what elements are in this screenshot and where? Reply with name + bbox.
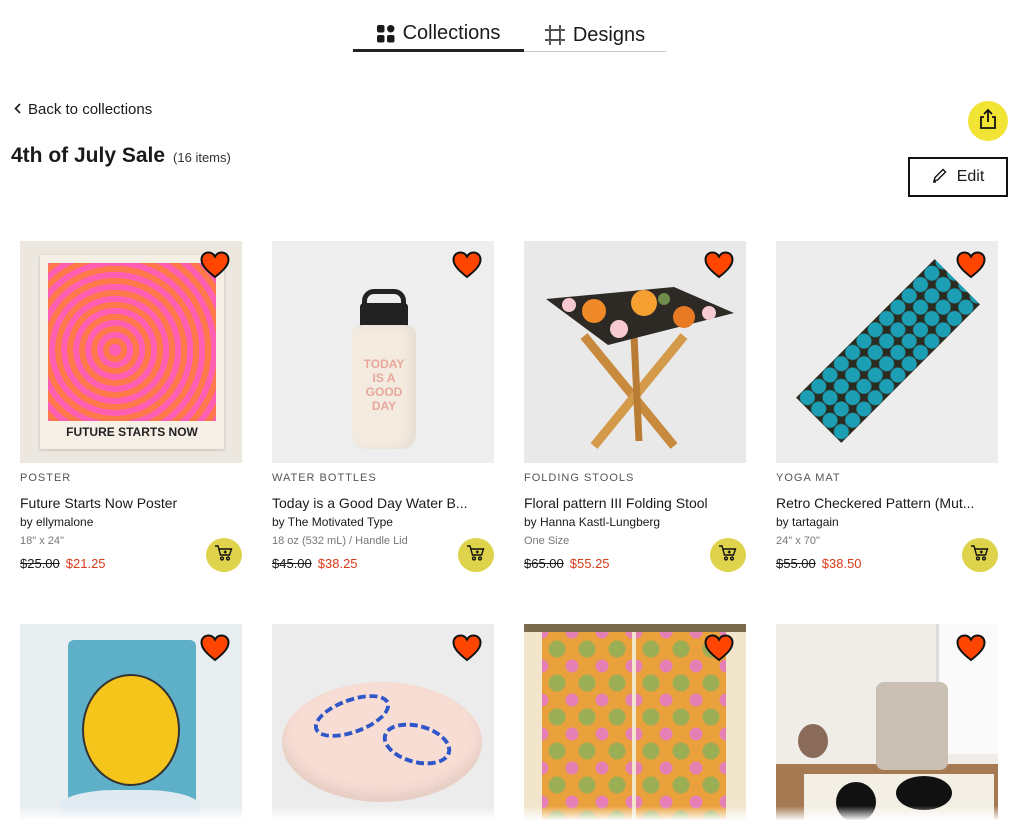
sale-price: $38.50	[821, 556, 862, 571]
product-category: YOGA MAT	[776, 472, 841, 484]
tab-collections[interactable]: Collections	[353, 18, 524, 52]
cart-plus-icon	[466, 544, 486, 567]
product-image[interactable]: TODAY IS A GOOD DAY	[272, 241, 494, 463]
product-image[interactable]	[524, 241, 746, 463]
product-card[interactable]: YOGA MAT Retro Checkered Pattern (Mut...…	[776, 241, 998, 572]
cart-plus-icon	[718, 544, 738, 567]
original-price: $65.00	[524, 556, 564, 571]
share-icon	[979, 108, 997, 135]
product-card[interactable]: TODAY IS A GOOD DAY WATER BOTTLES Today …	[272, 241, 494, 572]
product-image[interactable]	[776, 624, 998, 820]
heart-icon[interactable]	[452, 634, 482, 662]
add-to-cart-button[interactable]	[458, 538, 494, 572]
product-card[interactable]: FUTURE STARTS NOW POSTER Future Starts N…	[20, 241, 242, 572]
product-image[interactable]	[20, 624, 242, 820]
product-category: WATER BOTTLES	[272, 472, 377, 484]
product-name[interactable]: Today is a Good Day Water B...	[272, 495, 472, 511]
poster-caption: FUTURE STARTS NOW	[66, 425, 198, 439]
back-to-collections-link[interactable]: Back to collections	[14, 101, 152, 118]
product-category: POSTER	[20, 472, 72, 484]
product-image[interactable]	[776, 241, 998, 463]
heart-icon[interactable]	[956, 634, 986, 662]
product-card[interactable]	[524, 624, 746, 820]
product-card[interactable]: FOLDING STOOLS Floral pattern III Foldin…	[524, 241, 746, 572]
design-frame-icon	[544, 25, 565, 45]
add-to-cart-button[interactable]	[962, 538, 998, 572]
add-to-cart-button[interactable]	[206, 538, 242, 572]
heart-icon[interactable]	[704, 634, 734, 662]
tab-collections-label: Collections	[402, 22, 501, 44]
product-name[interactable]: Retro Checkered Pattern (Mut...	[776, 495, 976, 511]
product-name[interactable]: Future Starts Now Poster	[20, 495, 220, 511]
heart-icon[interactable]	[200, 634, 230, 662]
tab-designs[interactable]: Designs	[524, 18, 666, 52]
edit-label: Edit	[956, 168, 985, 185]
product-category: FOLDING STOOLS	[524, 472, 635, 484]
product-artist[interactable]: by Hanna Kastl-Lungberg	[524, 515, 746, 529]
bottle-print: TODAY IS A GOOD DAY	[363, 357, 405, 413]
sale-price: $38.25	[317, 556, 358, 571]
edit-button[interactable]: Edit	[908, 157, 1008, 197]
product-artist[interactable]: by The Motivated Type	[272, 515, 494, 529]
product-card[interactable]	[20, 624, 242, 820]
cart-plus-icon	[214, 544, 234, 567]
chevron-left-icon	[14, 101, 21, 118]
share-button[interactable]	[968, 101, 1008, 141]
collection-header: 4th of July Sale (16 items)	[11, 144, 231, 168]
product-image[interactable]	[272, 624, 494, 820]
original-price: $55.00	[776, 556, 816, 571]
product-card[interactable]	[272, 624, 494, 820]
product-artist[interactable]: by tartagain	[776, 515, 998, 529]
back-label: Back to collections	[28, 101, 153, 118]
original-price: $25.00	[20, 556, 60, 571]
product-card[interactable]	[776, 624, 998, 820]
product-image[interactable]	[524, 624, 746, 820]
view-tabs: Collections Designs	[353, 18, 666, 52]
heart-icon[interactable]	[704, 251, 734, 279]
pencil-icon	[932, 167, 948, 188]
page-title: 4th of July Sale	[11, 144, 166, 167]
cart-plus-icon	[970, 544, 990, 567]
product-name[interactable]: Floral pattern III Folding Stool	[524, 495, 724, 511]
product-image[interactable]: FUTURE STARTS NOW	[20, 241, 242, 463]
add-to-cart-button[interactable]	[710, 538, 746, 572]
sale-price: $21.25	[65, 556, 106, 571]
sale-price: $55.25	[569, 556, 610, 571]
item-count: (16 items)	[173, 150, 231, 165]
grid-icon	[376, 24, 395, 43]
product-artist[interactable]: by ellymalone	[20, 515, 242, 529]
heart-icon[interactable]	[452, 251, 482, 279]
scroll-fade	[0, 806, 1027, 820]
heart-icon[interactable]	[956, 251, 986, 279]
original-price: $45.00	[272, 556, 312, 571]
heart-icon[interactable]	[200, 251, 230, 279]
tab-designs-label: Designs	[572, 23, 646, 46]
